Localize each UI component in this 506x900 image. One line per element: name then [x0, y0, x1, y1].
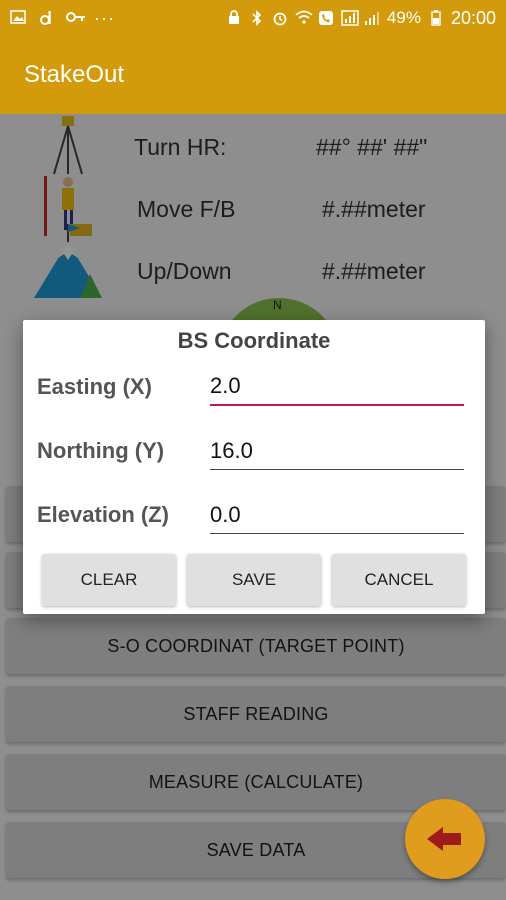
- cancel-button[interactable]: CANCEL: [332, 554, 466, 606]
- key-icon: [66, 10, 85, 26]
- status-bar-right: 49% 20:00: [226, 8, 496, 29]
- elevation-input[interactable]: [210, 498, 464, 534]
- lte-icon: [341, 10, 359, 26]
- save-button[interactable]: SAVE: [187, 554, 321, 606]
- wifi-icon: [295, 10, 313, 26]
- bluetooth-icon: [249, 10, 265, 26]
- elevation-label: Elevation (Z): [37, 502, 170, 527]
- northing-label: Northing (Y): [37, 438, 165, 463]
- status-bar-left: ···: [10, 8, 115, 29]
- dialog-title: BS Coordinate: [177, 328, 331, 353]
- signal-icon: [364, 10, 380, 26]
- northing-input[interactable]: [210, 434, 464, 470]
- d-app-icon: [38, 10, 54, 26]
- battery-percent: 49%: [386, 8, 421, 27]
- battery-icon: [428, 10, 444, 26]
- back-fab[interactable]: [405, 799, 485, 879]
- clear-button[interactable]: CLEAR: [42, 554, 176, 606]
- bs-coordinate-dialog: BS Coordinate Easting (X) Northing (Y) E…: [23, 320, 485, 614]
- back-arrow-icon: [427, 827, 461, 851]
- call-icon: [318, 10, 334, 26]
- more-dots-icon: ···: [94, 7, 115, 28]
- easting-label: Easting (X): [37, 374, 152, 399]
- app-title: StakeOut: [24, 61, 125, 88]
- status-bar: ··· 49% 20:00: [0, 0, 506, 36]
- easting-input[interactable]: [210, 370, 464, 406]
- app-bar: StakeOut: [0, 36, 506, 114]
- alarm-icon: [272, 10, 288, 26]
- clock: 20:00: [450, 7, 496, 28]
- lock-icon: [226, 10, 242, 26]
- gallery-icon: [10, 10, 26, 26]
